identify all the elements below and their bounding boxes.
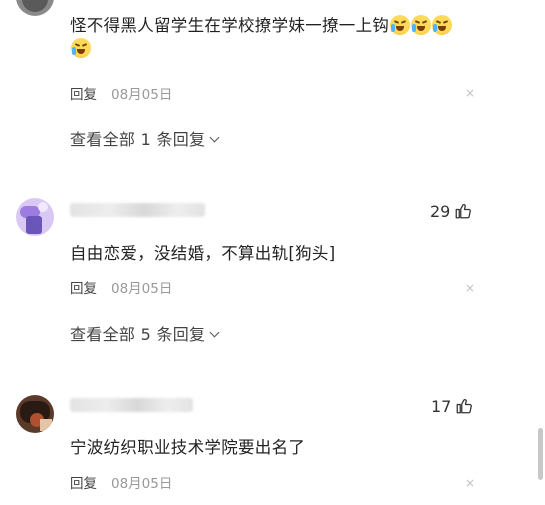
chevron-down-icon xyxy=(209,132,220,143)
close-icon[interactable]: × xyxy=(465,281,475,295)
crying-laughing-emoji-icon xyxy=(390,15,411,35)
comment-text: 怪不得黑人留学生在学校撩学妹一撩一上钩 xyxy=(70,12,453,36)
reply-button[interactable]: 回复 xyxy=(70,281,97,297)
avatar[interactable] xyxy=(16,0,54,16)
comment-meta: 回复 08月05日 xyxy=(70,472,172,492)
username[interactable] xyxy=(70,203,205,217)
comment-list: 怪不得黑人留学生在学校撩学妹一撩一上钩 回复 08月05日 × 查看全部 1 条回… xyxy=(0,0,545,505)
scrollbar[interactable] xyxy=(538,428,543,480)
thumbs-up-icon xyxy=(455,397,473,419)
view-all-replies-button[interactable]: 查看全部 1 条回复 xyxy=(70,126,220,150)
crying-laughing-emoji-icon xyxy=(432,15,453,35)
comment-date: 08月05日 xyxy=(111,87,173,103)
comment-text: 自由恋爱，没结婚，不算出轨[狗头] xyxy=(70,244,336,263)
like-count: 17 xyxy=(431,397,452,416)
thumbs-up-icon xyxy=(454,202,472,224)
comment-text-continued xyxy=(70,38,91,58)
avatar[interactable] xyxy=(16,395,54,433)
avatar[interactable] xyxy=(16,198,54,236)
comment-text: 宁波纺织职业技术学院要出名了 xyxy=(70,438,306,457)
like-button[interactable]: 29 xyxy=(430,202,472,224)
crying-laughing-emoji-icon xyxy=(411,15,432,35)
view-all-replies-label: 查看全部 5 条回复 xyxy=(70,325,206,344)
comment-date: 08月05日 xyxy=(111,476,173,492)
view-all-replies-button[interactable]: 查看全部 5 条回复 xyxy=(70,321,220,345)
comment-meta: 回复 08月05日 xyxy=(70,83,172,103)
comment-date: 08月05日 xyxy=(111,281,173,297)
like-button[interactable]: 17 xyxy=(431,397,473,419)
username[interactable] xyxy=(70,398,193,412)
close-icon[interactable]: × xyxy=(465,476,475,490)
comment-meta: 回复 08月05日 xyxy=(70,277,172,297)
close-icon[interactable]: × xyxy=(465,86,475,100)
like-count: 29 xyxy=(430,202,451,221)
crying-laughing-emoji-icon xyxy=(71,38,91,58)
reply-button[interactable]: 回复 xyxy=(70,87,97,103)
view-all-replies-label: 查看全部 1 条回复 xyxy=(70,130,206,149)
reply-button[interactable]: 回复 xyxy=(70,476,97,492)
chevron-down-icon xyxy=(209,327,220,338)
